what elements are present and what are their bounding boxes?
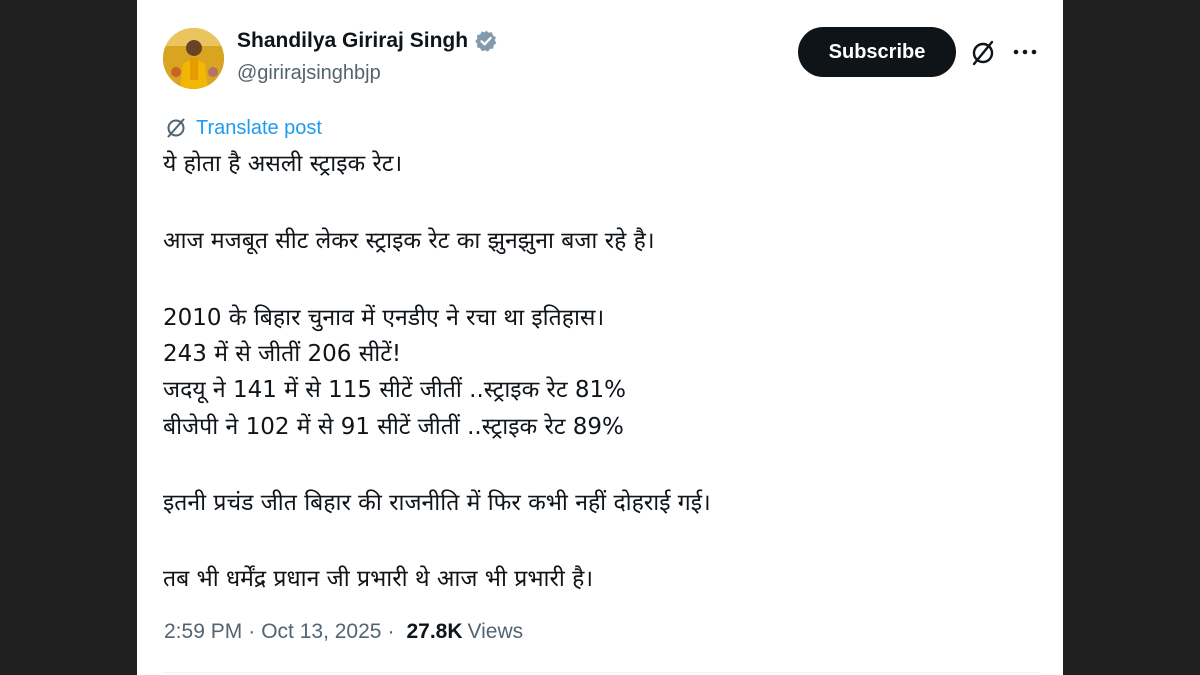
translate-post-label: Translate post	[196, 116, 322, 139]
post-meta: 2:59 PM · Oct 13, 2025 · 27.8K Views	[164, 620, 523, 644]
post-line: ये होता है असली स्ट्राइक रेट।	[163, 151, 403, 177]
post-line: इतनी प्रचंड जीत बिहार की राजनीति में फिर…	[163, 490, 711, 516]
more-options-icon[interactable]	[1011, 38, 1039, 66]
divider	[163, 672, 1039, 673]
translate-post-link[interactable]: Translate post	[164, 116, 322, 140]
post-date[interactable]: Oct 13, 2025	[261, 620, 381, 644]
post-line: तब भी धर्मेंद्र प्रधान जी प्रभारी थे आज …	[163, 566, 594, 592]
post-line: 243 में से जीतीं 206 सीटें!	[163, 341, 402, 367]
post-line: जदयू ने 141 में से 115 सीटें जीतीं ..स्ट…	[163, 377, 626, 403]
views-label: Views	[467, 620, 524, 643]
post-line: आज मजबूत सीट लेकर स्ट्राइक रेट का झुनझुन…	[163, 228, 655, 254]
views-count[interactable]: 27.8K	[406, 620, 462, 644]
avatar[interactable]	[163, 28, 224, 89]
post-time[interactable]: 2:59 PM	[164, 620, 242, 644]
post-card: Shandilya Giriraj Singh @girirajsinghbjp…	[137, 0, 1063, 675]
meta-separator: ·	[248, 620, 256, 643]
subscribe-button[interactable]: Subscribe	[798, 27, 956, 77]
meta-separator: ·	[387, 620, 395, 643]
author-handle[interactable]: @girirajsinghbjp	[237, 62, 381, 85]
author-display-name[interactable]: Shandilya Giriraj Singh	[237, 29, 468, 53]
grok-icon[interactable]	[968, 38, 998, 68]
post-line: बीजेपी ने 102 में से 91 सीटें जीतीं ..स्…	[163, 414, 624, 440]
verified-badge-icon	[474, 29, 498, 53]
author-name-row: Shandilya Giriraj Singh	[237, 29, 498, 53]
post-line: 2010 के बिहार चुनाव में एनडीए ने रचा था …	[163, 305, 605, 331]
translate-icon	[164, 116, 188, 140]
